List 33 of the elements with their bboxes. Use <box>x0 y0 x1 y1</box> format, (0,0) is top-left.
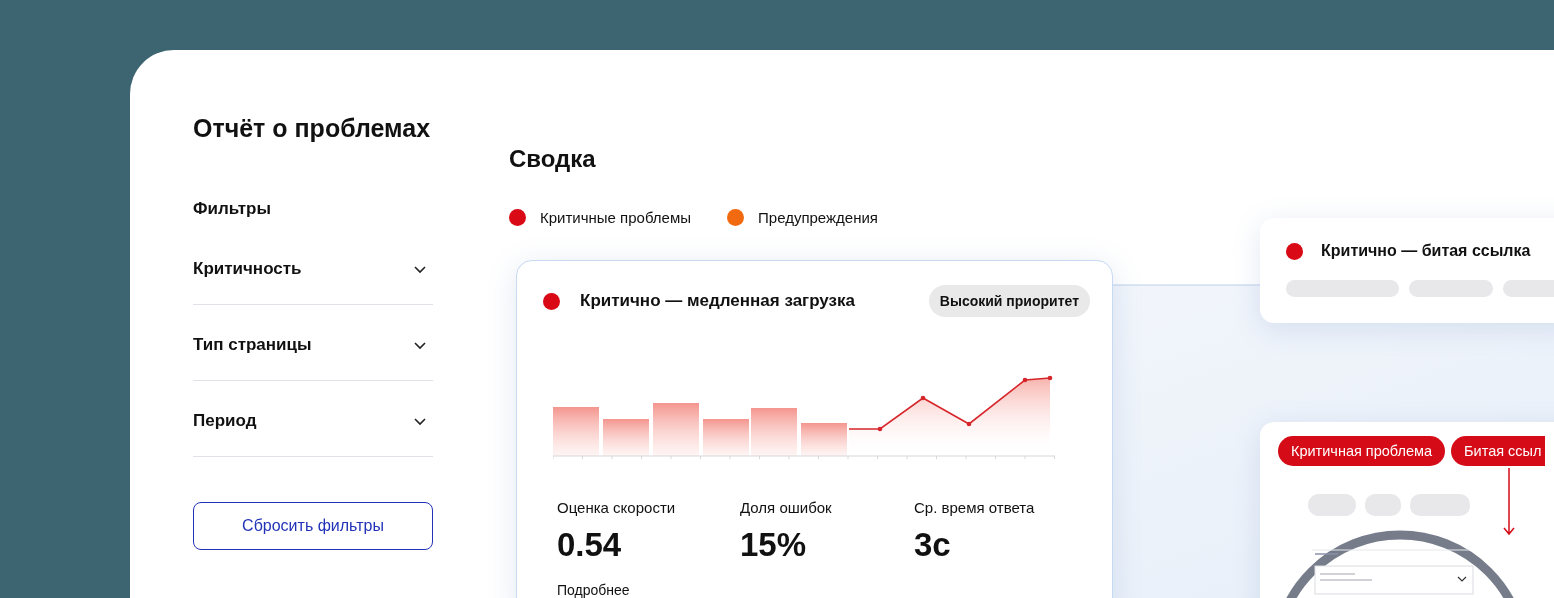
critical-dot <box>543 292 560 310</box>
down-arrow <box>1503 468 1515 536</box>
chart-bar <box>751 408 797 456</box>
priority-badge: Высокий приоритет <box>928 285 1090 317</box>
legend-label: Предупреждения <box>758 209 878 226</box>
critical-dot <box>1286 242 1303 260</box>
summary-title: Сводка <box>509 145 597 173</box>
chart-bar <box>653 403 699 456</box>
metric-value: 0.54 <box>557 526 623 564</box>
chart-bar <box>553 407 599 456</box>
filter-label: Критичность <box>193 258 302 279</box>
metric-label: Ср. время ответа <box>914 499 1035 516</box>
metric-value: 3с <box>914 526 952 564</box>
chart-bar <box>703 419 749 456</box>
reset-filters-button[interactable]: Сбросить фильтры <box>193 502 433 550</box>
legend-label: Критичные проблемы <box>540 209 691 226</box>
metric-value: 15% <box>740 526 808 564</box>
metric-label: Оценка скорости <box>557 499 677 516</box>
filter-dropdown[interactable]: Критичность <box>193 229 433 305</box>
issue-title: Критично — медленная загрузка <box>580 291 855 311</box>
chart-bar <box>801 423 847 456</box>
chart-bar <box>603 419 649 456</box>
issue-tag: Битая ссыл <box>1451 436 1546 466</box>
metric-label: Доля ошибок <box>740 499 833 516</box>
filter-label: Период <box>193 410 257 431</box>
issue-title: Критично — битая ссылка <box>1321 242 1531 260</box>
details-link[interactable]: Подробнее <box>557 582 630 598</box>
filters-heading: Фильтры <box>193 199 272 219</box>
filter-dropdown[interactable]: Тип страницы <box>193 305 433 381</box>
filter-dropdown[interactable]: Период <box>193 381 433 457</box>
filter-label: Тип страницы <box>193 334 312 355</box>
page-title: Отчёт о проблемах <box>193 114 432 143</box>
issue-tag: Критичная проблема <box>1278 436 1446 466</box>
